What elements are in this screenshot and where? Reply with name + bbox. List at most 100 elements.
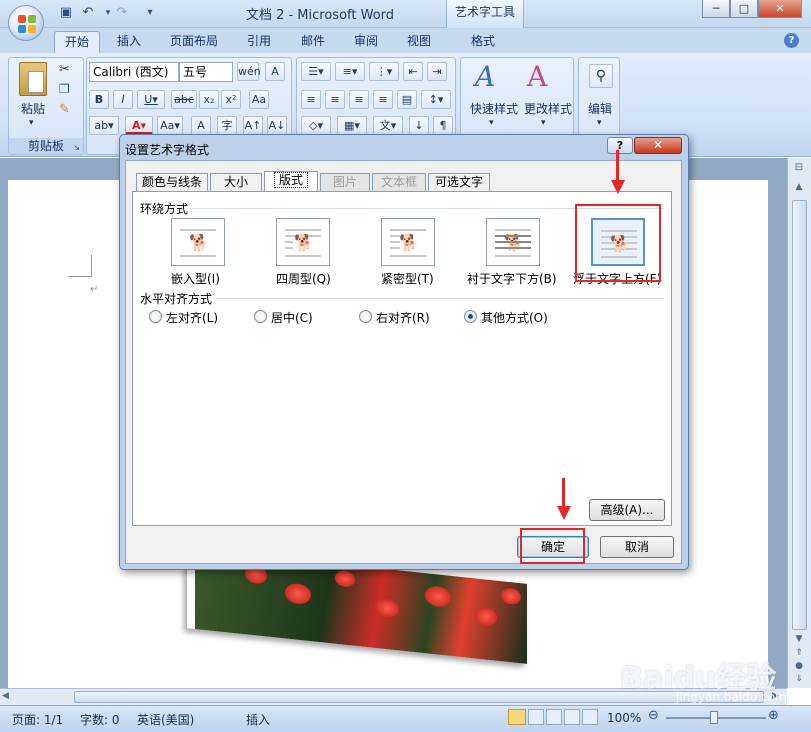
subscript-icon[interactable]: x₂ <box>199 90 219 109</box>
tab-alt-text[interactable]: 可选文字 <box>428 173 490 192</box>
browse-object-icon[interactable]: ● <box>791 661 807 673</box>
save-icon[interactable]: ▣ <box>56 4 76 22</box>
italic-icon[interactable]: I <box>113 90 133 109</box>
wrap-tight-button[interactable]: 🐕 <box>381 218 435 266</box>
minimize-button[interactable]: ─ <box>702 0 730 18</box>
web-layout-icon[interactable] <box>546 709 562 725</box>
align-left-radio[interactable] <box>149 310 162 323</box>
change-case-icon[interactable]: Aa▾ <box>157 116 183 135</box>
quick-styles-icon[interactable]: A <box>475 60 495 93</box>
wrap-inline-button[interactable]: 🐕 <box>171 218 225 266</box>
tab-layout[interactable]: 版式 <box>264 171 318 192</box>
print-layout-icon[interactable] <box>508 709 526 725</box>
zoom-out-icon[interactable]: ⊖ <box>648 708 659 723</box>
highlight-icon[interactable]: ab▾ <box>89 116 119 135</box>
editing-dropdown-icon[interactable]: ▾ <box>597 118 602 128</box>
wrap-inline-label[interactable]: 嵌入型(I) <box>171 270 220 287</box>
format-painter-icon[interactable]: ✎ <box>59 102 70 117</box>
char-shading-icon[interactable]: A <box>191 116 211 135</box>
tab-colors-lines[interactable]: 颜色与线条 <box>136 173 208 192</box>
advanced-button[interactable]: 高级(A)... <box>589 499 665 521</box>
wrap-square-label[interactable]: 四周型(Q) <box>276 270 331 287</box>
numbering-icon[interactable]: ≡▾ <box>335 62 365 81</box>
outline-view-icon[interactable] <box>564 709 580 725</box>
align-left-icon[interactable]: ≡ <box>301 90 321 109</box>
undo-icon[interactable]: ↶ <box>78 4 98 22</box>
vertical-scroll-thumb[interactable] <box>792 200 807 630</box>
paste-dropdown-icon[interactable]: ▾ <box>29 118 34 128</box>
scroll-left-icon[interactable]: ◀ <box>2 691 9 701</box>
align-right-icon[interactable]: ≡ <box>349 90 369 109</box>
close-button[interactable]: ✕ <box>758 0 802 18</box>
distributed-icon[interactable]: ▤ <box>397 90 417 109</box>
strikethrough-icon[interactable]: abc <box>171 90 197 109</box>
pinyin-guide-icon[interactable]: wén <box>237 62 261 81</box>
prev-page-icon[interactable]: ⇑ <box>791 648 807 660</box>
next-page-icon[interactable]: ⇓ <box>791 674 807 686</box>
insert-mode[interactable]: 插入 <box>246 711 270 728</box>
align-left-label[interactable]: 左对齐(L) <box>166 309 218 326</box>
align-center-radio[interactable] <box>254 310 267 323</box>
draft-view-icon[interactable] <box>582 709 598 725</box>
cancel-button[interactable]: 取消 <box>600 536 674 558</box>
copy-icon[interactable]: ❐ <box>59 82 70 96</box>
zoom-in-icon[interactable]: ⊕ <box>768 708 779 723</box>
zoom-slider-thumb[interactable] <box>710 711 718 724</box>
chinese-layout-icon[interactable]: 文▾ <box>373 116 403 135</box>
editing-label[interactable]: 编辑 <box>579 100 621 117</box>
tab-references[interactable]: 引用 <box>237 31 281 53</box>
justify-icon[interactable]: ≡ <box>373 90 393 109</box>
wrap-tight-label[interactable]: 紧密型(T) <box>381 270 434 287</box>
dialog-help-button[interactable]: ? <box>607 137 633 154</box>
wrap-behind-button[interactable]: 🐕 <box>486 218 540 266</box>
cut-icon[interactable]: ✂ <box>59 62 70 77</box>
sort-icon[interactable]: ↓ <box>409 116 429 135</box>
multilevel-list-icon[interactable]: ⋮▾ <box>369 62 399 81</box>
show-marks-icon[interactable]: ¶ <box>433 116 453 135</box>
page-count[interactable]: 页面: 1/1 <box>12 711 63 728</box>
tab-format[interactable]: 格式 <box>461 31 505 53</box>
change-styles-icon[interactable]: A <box>527 60 547 93</box>
maximize-button[interactable]: □ <box>730 0 758 18</box>
align-right-radio[interactable] <box>359 310 372 323</box>
align-other-label[interactable]: 其他方式(O) <box>481 309 548 326</box>
increase-indent-icon[interactable]: ⇥ <box>427 62 447 81</box>
clear-format-icon[interactable]: Aa <box>249 90 269 109</box>
borders-icon[interactable]: ▦▾ <box>337 116 367 135</box>
align-center-icon[interactable]: ≡ <box>325 90 345 109</box>
wrap-square-button[interactable]: 🐕 <box>276 218 330 266</box>
align-right-label[interactable]: 右对齐(R) <box>376 309 430 326</box>
superscript-icon[interactable]: x² <box>221 90 241 109</box>
dialog-close-icon[interactable]: ✕ <box>634 137 682 154</box>
font-name-field[interactable]: Calibri (西文) <box>89 62 179 82</box>
font-size-field[interactable]: 五号 <box>179 62 233 82</box>
shading-icon[interactable]: ◇▾ <box>301 116 331 135</box>
quick-styles-label[interactable]: 快速样式 <box>465 100 523 117</box>
redo-icon[interactable]: ↷ <box>112 4 132 22</box>
tab-view[interactable]: 视图 <box>397 31 441 53</box>
customize-qat-icon[interactable]: ▾ <box>140 4 160 22</box>
help-icon[interactable]: ? <box>784 33 799 48</box>
line-spacing-icon[interactable]: ↕▾ <box>421 90 451 109</box>
bullets-icon[interactable]: ☰▾ <box>301 62 331 81</box>
align-other-radio[interactable] <box>464 310 477 323</box>
tab-home[interactable]: 开始 <box>54 31 101 54</box>
shrink-font-icon[interactable]: A↓ <box>267 116 287 135</box>
zoom-level[interactable]: 100% <box>607 711 641 725</box>
enclose-char-icon[interactable]: 字 <box>217 116 237 135</box>
word-count[interactable]: 字数: 0 <box>80 711 120 728</box>
char-border-icon[interactable]: A <box>265 62 285 81</box>
wrap-behind-label[interactable]: 衬于文字下方(B) <box>467 270 557 287</box>
tab-mailings[interactable]: 邮件 <box>291 31 335 53</box>
vertical-scrollbar[interactable]: ⊟ ▲ ▼ ⇑ ● ⇓ <box>787 158 811 688</box>
tab-page-layout[interactable]: 页面布局 <box>160 31 228 53</box>
font-color-icon[interactable]: A▾ <box>125 116 153 135</box>
tab-insert[interactable]: 插入 <box>107 31 151 53</box>
office-button[interactable] <box>8 5 44 41</box>
reading-layout-icon[interactable] <box>528 709 544 725</box>
clipboard-launcher-icon[interactable]: ↘ <box>73 143 80 152</box>
bold-icon[interactable]: B <box>89 90 109 109</box>
ruler-toggle-icon[interactable]: ⊟ <box>791 162 807 176</box>
change-styles-dropdown-icon[interactable]: ▾ <box>541 118 546 128</box>
change-styles-label[interactable]: 更改样式 <box>519 100 577 117</box>
